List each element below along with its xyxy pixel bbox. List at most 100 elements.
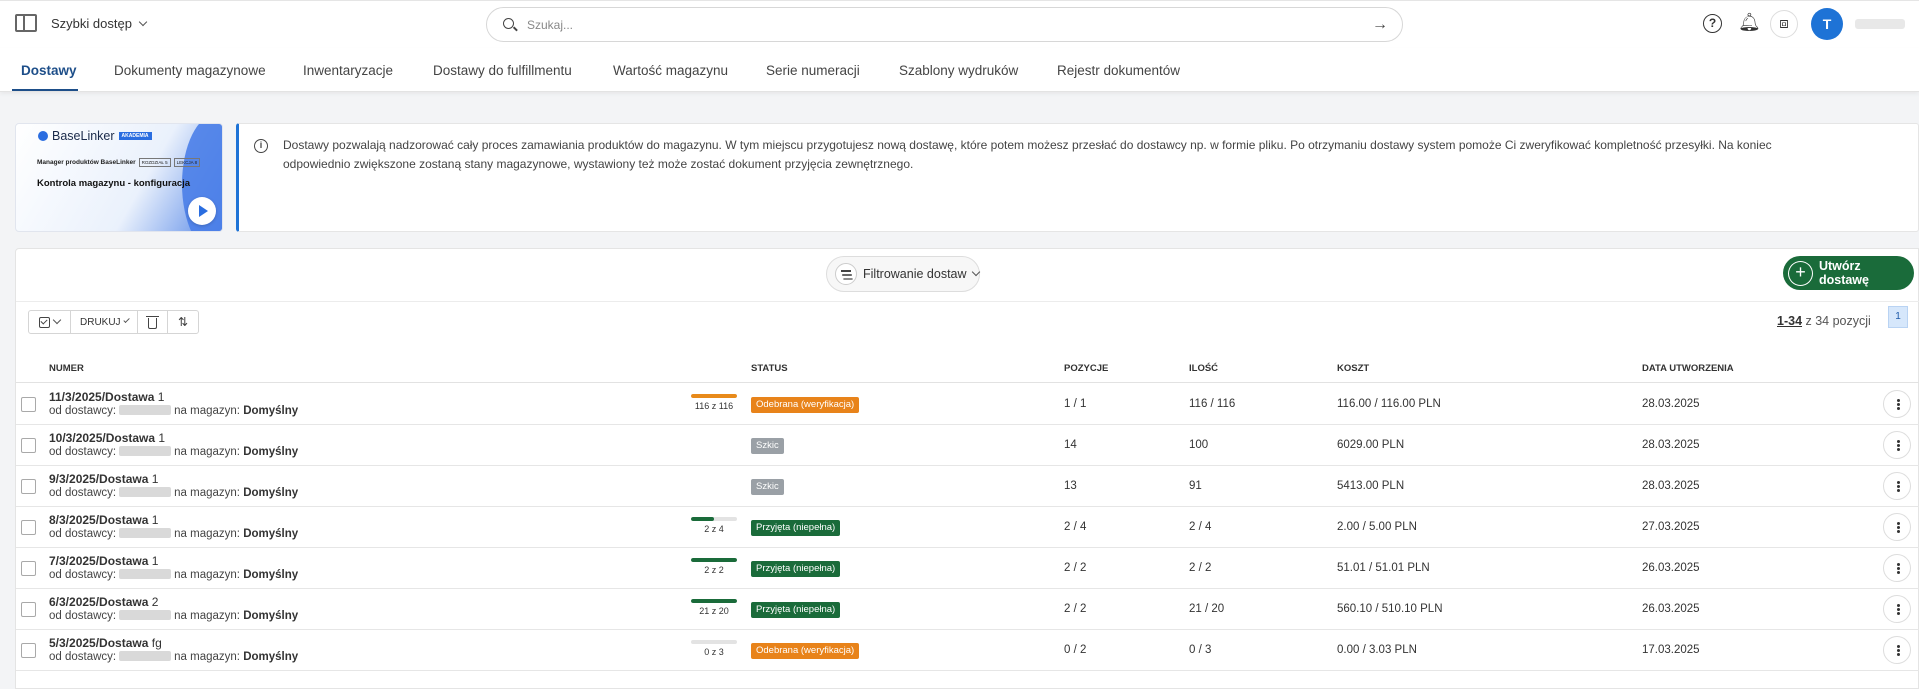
search-input[interactable] bbox=[527, 15, 1347, 35]
row-menu-button[interactable] bbox=[1883, 472, 1911, 500]
date-cell: 28.03.2025 bbox=[1642, 439, 1700, 451]
play-icon[interactable] bbox=[188, 197, 216, 225]
delivery-supplier-line: od dostawcy: na magazyn: Domyślny bbox=[49, 651, 298, 663]
delivery-number[interactable]: 7/3/2025/Dostawa 1 bbox=[49, 554, 158, 568]
table-row[interactable]: 10/3/2025/Dostawa 1 od dostawcy: na magazy… bbox=[16, 425, 1919, 466]
row-menu-button[interactable] bbox=[1883, 554, 1911, 582]
quantity-cell: 2 / 4 bbox=[1189, 521, 1212, 533]
tab-szablony-wydrukow[interactable]: Szablony wydruków bbox=[899, 63, 1018, 78]
sidebar-toggle-icon[interactable] bbox=[15, 14, 37, 32]
table-row[interactable]: 7/3/2025/Dostawa 1 od dostawcy: na magazyn… bbox=[16, 548, 1919, 589]
tab-dostawy[interactable]: Dostawy bbox=[21, 63, 77, 78]
chevron-down-icon bbox=[122, 316, 130, 324]
select-all-dropdown[interactable] bbox=[29, 311, 71, 333]
logo-icon bbox=[38, 131, 48, 141]
row-menu-button[interactable] bbox=[1883, 390, 1911, 418]
quick-access-dropdown[interactable]: Szybki dostęp bbox=[51, 16, 148, 31]
info-text: Dostawy pozwalają nadzorować cały proces… bbox=[283, 138, 1772, 171]
progress-bar bbox=[691, 599, 737, 603]
table-row[interactable]: 9/3/2025/Dostawa 1 od dostawcy: na magazyn… bbox=[16, 466, 1919, 507]
header-pozycje: POZYCJE bbox=[1064, 363, 1109, 374]
positions-cell: 14 bbox=[1064, 439, 1077, 451]
akademia-badge: AKADEMIA bbox=[118, 132, 152, 140]
status-badge: Odebrana (weryfikacja) bbox=[751, 397, 860, 413]
delivery-number-suffix: 1 bbox=[151, 472, 159, 486]
supplier-redacted bbox=[119, 446, 172, 456]
supplier-redacted bbox=[119, 610, 172, 620]
bulk-toolbar: DRUKUJ ⇅ bbox=[28, 310, 199, 334]
row-menu-button[interactable] bbox=[1883, 636, 1911, 664]
cost-cell: 2.00 / 5.00 PLN bbox=[1337, 521, 1417, 533]
quantity-cell: 116 / 116 bbox=[1189, 398, 1236, 410]
delete-button[interactable] bbox=[138, 311, 168, 333]
delivery-supplier-line: od dostawcy: na magazyn: Domyślny bbox=[49, 446, 298, 458]
row-checkbox[interactable] bbox=[21, 438, 36, 453]
row-checkbox[interactable] bbox=[21, 397, 36, 412]
quantity-cell: 21 / 20 bbox=[1189, 603, 1225, 615]
warehouse-name: Domyślny bbox=[243, 487, 299, 499]
status-badge: Przyjęta (niepełna) bbox=[751, 602, 841, 618]
cost-cell: 51.01 / 51.01 PLN bbox=[1337, 562, 1430, 574]
header-data-utworzenia: DATA UTWORZENIA bbox=[1642, 363, 1734, 374]
date-cell: 17.03.2025 bbox=[1642, 644, 1700, 656]
package-icon[interactable]: ⧈ bbox=[1770, 10, 1798, 38]
chevron-down-icon bbox=[52, 315, 62, 325]
status-badge: Przyjęta (niepełna) bbox=[751, 520, 841, 536]
cost-cell: 0.00 / 3.03 PLN bbox=[1337, 644, 1417, 656]
tab-dokumenty-magazynowe[interactable]: Dokumenty magazynowe bbox=[114, 63, 266, 78]
tab-rejestr-dokumentow[interactable]: Rejestr dokumentów bbox=[1057, 63, 1180, 78]
print-dropdown[interactable]: DRUKUJ bbox=[71, 311, 138, 333]
progress-bar bbox=[691, 558, 737, 562]
arrow-right-icon[interactable]: → bbox=[1372, 16, 1388, 34]
chevron-down-icon bbox=[971, 267, 980, 277]
delivery-number[interactable]: 10/3/2025/Dostawa 1 bbox=[49, 431, 165, 445]
positions-cell: 1 / 1 bbox=[1064, 398, 1087, 410]
filter-deliveries-button[interactable]: Filtrowanie dostaw bbox=[826, 256, 980, 292]
positions-cell: 2 / 2 bbox=[1064, 603, 1087, 615]
table-row[interactable]: 11/3/2025/Dostawa 1 od dostawcy: na magazy… bbox=[16, 384, 1919, 425]
avatar[interactable]: T bbox=[1811, 8, 1843, 40]
sort-button[interactable]: ⇅ bbox=[168, 311, 198, 333]
warehouse-prefix: na magazyn: bbox=[174, 651, 240, 663]
tab-inwentaryzacje[interactable]: Inwentaryzacje bbox=[303, 63, 393, 78]
delivery-number[interactable]: 11/3/2025/Dostawa 1 bbox=[49, 390, 164, 404]
row-checkbox[interactable] bbox=[21, 520, 36, 535]
create-delivery-label: Utwórz dostawę bbox=[1818, 259, 1869, 287]
row-menu-button[interactable] bbox=[1883, 513, 1911, 541]
table-row[interactable]: 5/3/2025/Dostawa fg od dostawcy: na magazy… bbox=[16, 630, 1919, 671]
help-icon[interactable]: ? bbox=[1703, 14, 1722, 33]
row-checkbox[interactable] bbox=[21, 602, 36, 617]
cost-cell: 560.10 / 510.10 PLN bbox=[1337, 603, 1443, 615]
checkbox-icon bbox=[39, 316, 50, 328]
table-header: NUMER STATUS POZYCJE ILOŚĆ KOSZT DATA UT… bbox=[16, 359, 1919, 383]
delivery-supplier-line: od dostawcy: na magazyn: Domyślny bbox=[49, 610, 298, 622]
row-menu-button[interactable] bbox=[1883, 595, 1911, 623]
tab-serie-numeracji[interactable]: Serie numeracji bbox=[766, 63, 860, 78]
delivery-number[interactable]: 6/3/2025/Dostawa 2 bbox=[49, 595, 158, 609]
row-checkbox[interactable] bbox=[21, 479, 36, 494]
row-checkbox[interactable] bbox=[21, 561, 36, 576]
progress-indicator: 0 z 3 bbox=[691, 640, 737, 657]
progress-indicator: 2 z 2 bbox=[691, 558, 737, 575]
positions-cell: 0 / 2 bbox=[1064, 644, 1087, 656]
row-checkbox[interactable] bbox=[21, 643, 36, 658]
promo-video-thumbnail[interactable]: BaseLinker AKADEMIA Manager produktów Ba… bbox=[15, 123, 223, 232]
delivery-number[interactable]: 5/3/2025/Dostawa fg bbox=[49, 636, 162, 650]
tab-dostawy-do-fulfillmentu[interactable]: Dostawy do fulfillmentu bbox=[433, 63, 572, 78]
table-row[interactable]: 8/3/2025/Dostawa 1 od dostawcy: na magazyn… bbox=[16, 507, 1919, 548]
supplier-prefix: od dostawcy: bbox=[49, 446, 117, 458]
create-delivery-button[interactable]: + Utwórz dostawę bbox=[1783, 256, 1914, 290]
table-row[interactable]: 6/3/2025/Dostawa 2 od dostawcy: na magazyn… bbox=[16, 589, 1919, 630]
supplier-prefix: od dostawcy: bbox=[49, 569, 117, 581]
page-button[interactable]: 1 bbox=[1888, 306, 1908, 328]
warehouse-prefix: na magazyn: bbox=[174, 610, 240, 622]
progress-indicator: 2 z 4 bbox=[691, 517, 737, 534]
tab-wartosc-magazynu[interactable]: Wartość magazynu bbox=[613, 63, 728, 78]
delivery-number[interactable]: 8/3/2025/Dostawa 1 bbox=[49, 513, 158, 527]
row-menu-button[interactable] bbox=[1883, 431, 1911, 459]
delivery-number[interactable]: 9/3/2025/Dostawa 1 bbox=[49, 472, 158, 486]
supplier-redacted bbox=[119, 569, 172, 579]
bell-icon[interactable]: 🔔︎ bbox=[1738, 12, 1761, 33]
pagination-range[interactable]: 1-34 bbox=[1777, 314, 1802, 328]
quantity-cell: 91 bbox=[1189, 480, 1202, 492]
